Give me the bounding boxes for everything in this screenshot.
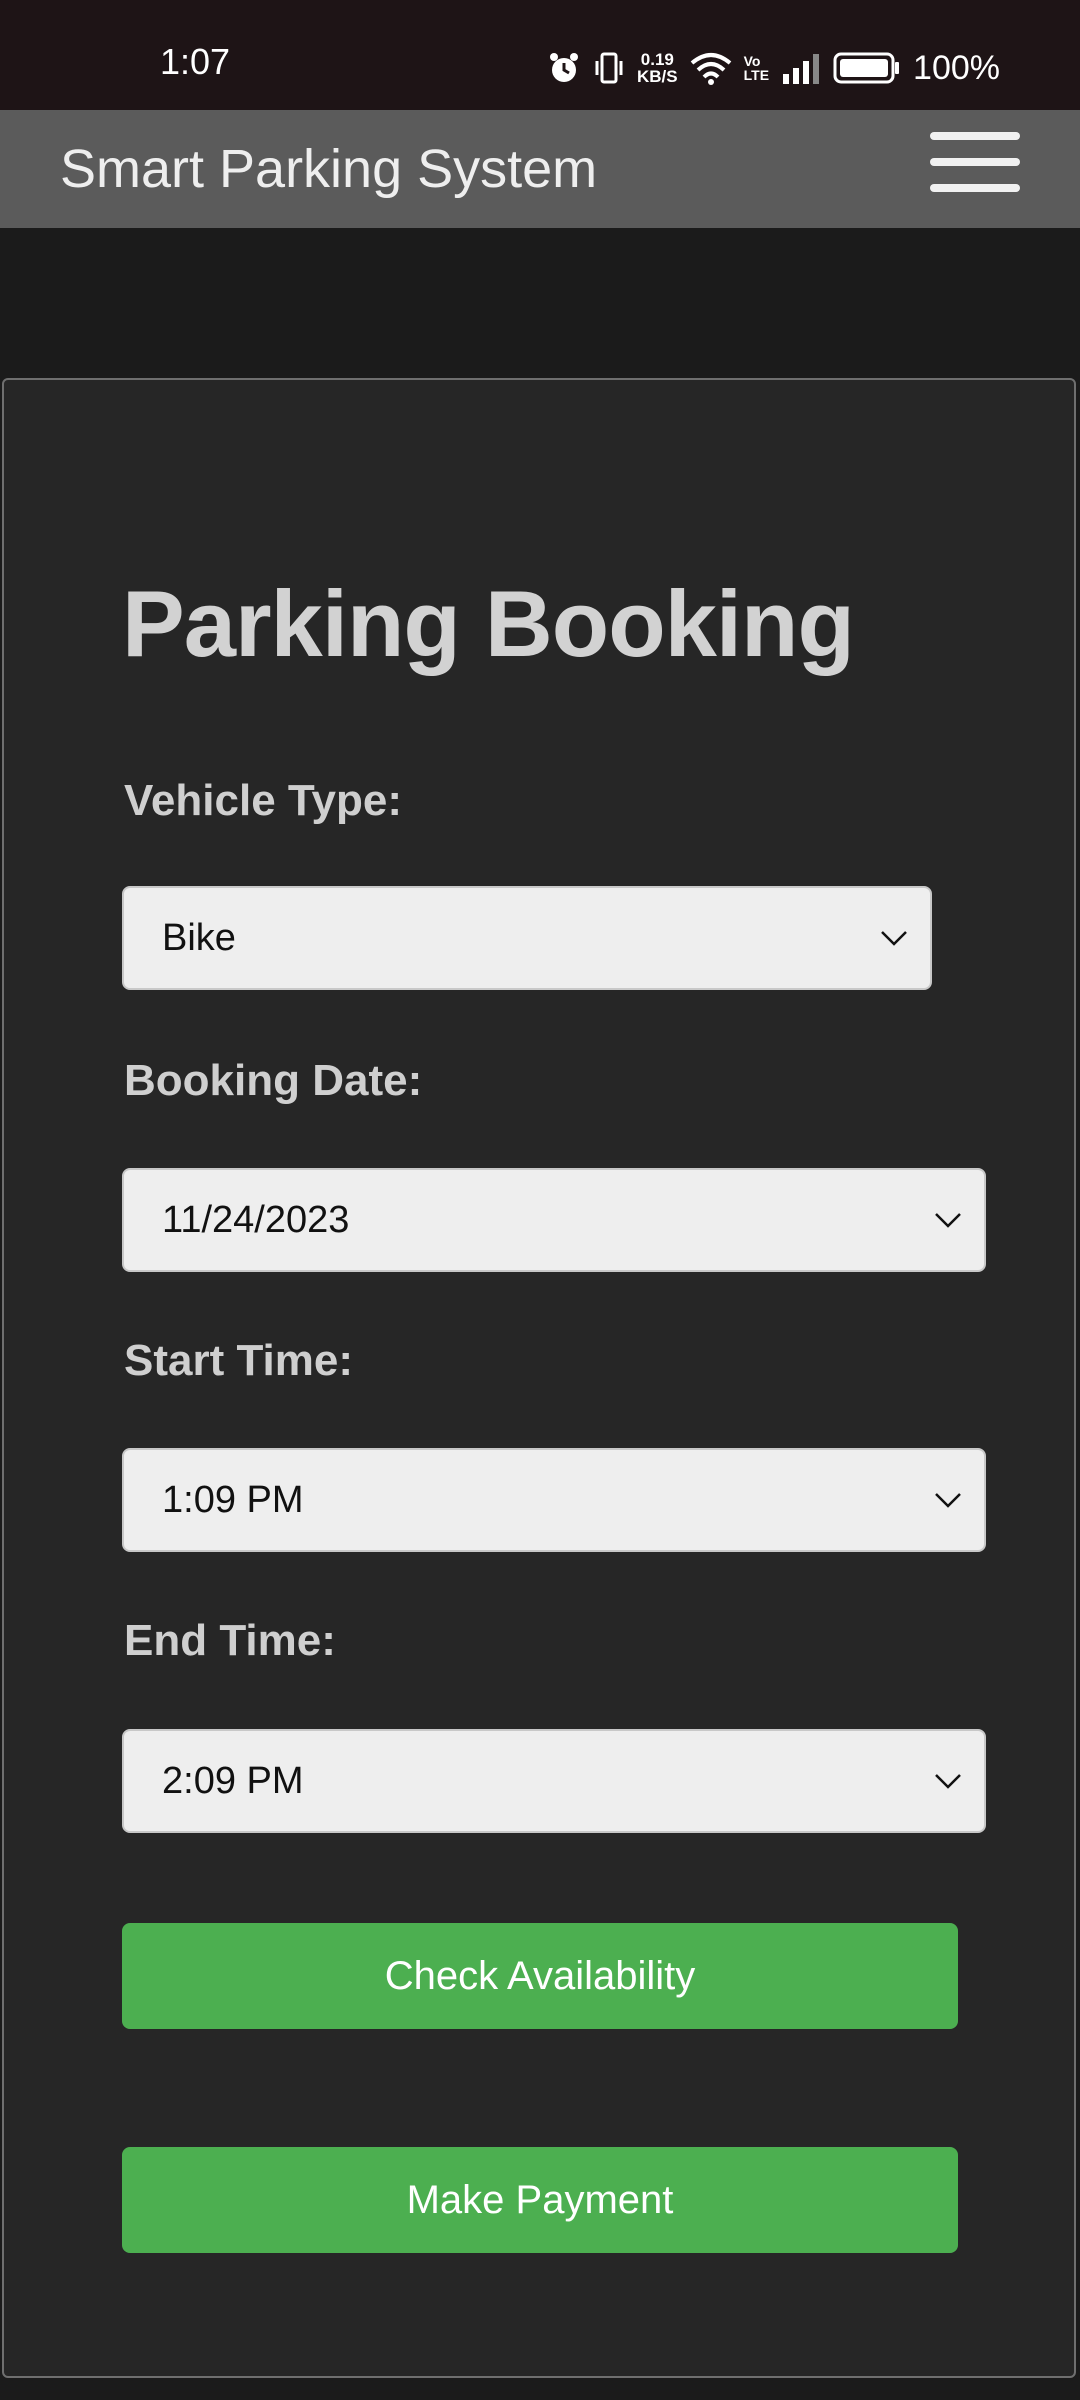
make-payment-button[interactable]: Make Payment <box>122 2147 958 2253</box>
wifi-icon <box>690 53 731 85</box>
end-time-value: 2:09 PM <box>162 1759 304 1802</box>
vehicle-type-select[interactable]: Bike <box>122 886 932 990</box>
chevron-down-icon <box>935 1774 961 1789</box>
start-time-label: Start Time: <box>124 1336 354 1385</box>
volte-bottom-label: LTE <box>743 67 770 83</box>
signal-icon <box>783 54 820 84</box>
status-icons: 0.19 KB/S Vo LTE 100% <box>547 48 1000 88</box>
status-time: 1:07 <box>160 41 231 82</box>
volte-top-label: Vo <box>743 53 761 69</box>
status-bar: 1:07 0.19 KB/S Vo LTE 100% <box>0 0 1080 110</box>
network-speed: 0.19 KB/S <box>637 51 678 85</box>
booking-date-select[interactable]: 11/24/2023 <box>122 1168 986 1272</box>
end-time-label: End Time: <box>124 1616 336 1665</box>
battery-percent: 100% <box>913 49 1000 87</box>
network-speed-value: 0.19 <box>640 50 674 69</box>
booking-date-label: Booking Date: <box>124 1056 423 1105</box>
start-time-select[interactable]: 1:09 PM <box>122 1448 986 1552</box>
hamburger-menu-icon[interactable] <box>922 124 1020 196</box>
vibrate-icon <box>595 52 623 84</box>
chevron-down-icon <box>935 1493 961 1508</box>
chevron-down-icon <box>935 1213 961 1228</box>
app-title: Smart Parking System <box>60 139 598 199</box>
vehicle-type-value: Bike <box>162 916 236 959</box>
check-availability-button[interactable]: Check Availability <box>122 1923 958 2029</box>
vehicle-type-label: Vehicle Type: <box>124 776 402 825</box>
page-title: Parking Booking <box>122 571 855 676</box>
network-speed-unit: KB/S <box>637 67 678 86</box>
app-bar: Smart Parking System <box>0 110 1080 228</box>
alarm-icon <box>550 53 578 82</box>
start-time-value: 1:09 PM <box>162 1478 304 1521</box>
volte-indicator: Vo LTE <box>744 54 769 82</box>
end-time-select[interactable]: 2:09 PM <box>122 1729 986 1833</box>
booking-date-value: 11/24/2023 <box>162 1198 350 1241</box>
chevron-down-icon <box>881 931 907 946</box>
battery-icon <box>833 52 900 84</box>
